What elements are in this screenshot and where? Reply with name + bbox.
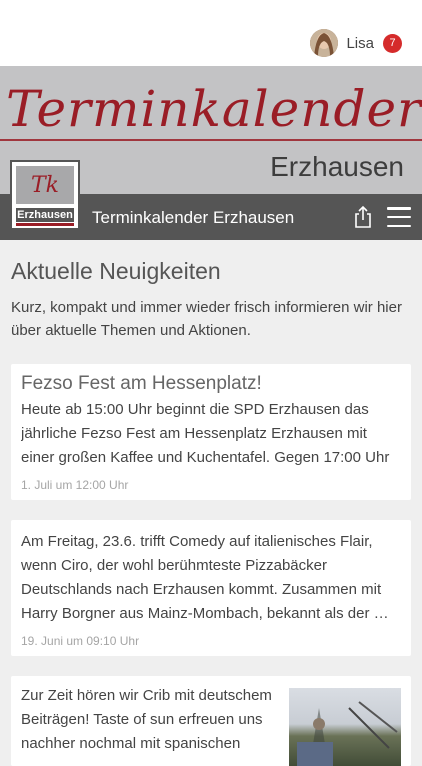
banner-title: Terminkalender bbox=[6, 80, 422, 138]
share-icon[interactable] bbox=[351, 205, 375, 229]
logo-accent bbox=[16, 223, 74, 226]
news-card-title[interactable]: Fezso Fest am Hessenplatz! bbox=[21, 373, 262, 395]
user-menu[interactable]: Lisa 7 bbox=[310, 29, 402, 57]
news-card-text: Am Freitag, 23.6. trifft Comedy auf ital… bbox=[21, 533, 389, 622]
section-intro: Kurz, kompakt und immer wieder frisch in… bbox=[11, 299, 402, 339]
site-logo[interactable]: Tk Erzhausen bbox=[10, 160, 80, 230]
banner-underline bbox=[0, 139, 422, 141]
user-name[interactable]: Lisa bbox=[346, 35, 374, 52]
banner-subtitle: Erzhausen bbox=[270, 151, 404, 182]
logo-text: Erzhausen bbox=[16, 208, 74, 222]
notification-badge[interactable]: 7 bbox=[383, 33, 402, 53]
news-card-date: 1. Juli um 12:00 Uhr bbox=[21, 478, 129, 492]
nav-title: Terminkalender Erzhausen bbox=[92, 208, 295, 227]
section-title: Aktuelle Neuigkeiten bbox=[11, 258, 221, 284]
news-card[interactable]: Am Freitag, 23.6. trifft Comedy auf ital… bbox=[11, 520, 411, 656]
news-card-image[interactable] bbox=[289, 688, 401, 766]
top-bar: Lisa 7 bbox=[0, 0, 422, 66]
avatar[interactable] bbox=[310, 29, 339, 57]
logo-mark: Tk bbox=[16, 166, 74, 204]
news-card[interactable]: Zur Zeit hören wir Crib mit deutschem Be… bbox=[11, 676, 411, 766]
news-card[interactable]: Fezso Fest am Hessenplatz! Heute ab 15:0… bbox=[11, 364, 411, 500]
news-card-text: Heute ab 15:00 Uhr beginnt die SPD Erzha… bbox=[21, 401, 390, 466]
menu-icon[interactable] bbox=[387, 207, 411, 227]
news-card-date: 19. Juni um 09:10 Uhr bbox=[21, 634, 140, 648]
news-card-text: Zur Zeit hören wir Crib mit deutschem Be… bbox=[21, 687, 272, 752]
